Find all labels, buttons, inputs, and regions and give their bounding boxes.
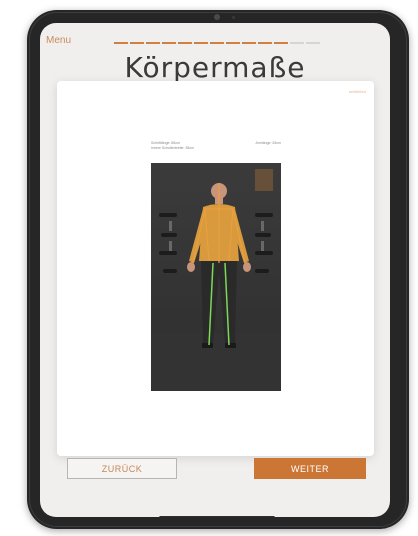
arm-length-value: Armlänge: 63cm: [255, 141, 281, 145]
step-progress-bar: [114, 42, 320, 44]
front-camera: [214, 14, 220, 20]
modal-close-button[interactable]: schließen: [349, 89, 366, 94]
progress-segment: [162, 42, 176, 44]
body-scan-illustration: [151, 163, 281, 391]
next-button[interactable]: WEITER: [254, 458, 366, 479]
progress-segment: [306, 42, 320, 44]
progress-segment: [258, 42, 272, 44]
body-scan-photo: [151, 163, 281, 391]
progress-segment: [178, 42, 192, 44]
progress-segment: [114, 42, 128, 44]
menu-button[interactable]: Menu: [46, 35, 71, 46]
progress-segment: [130, 42, 144, 44]
page-title: Körpermaße: [124, 51, 306, 84]
camera-sensor: [232, 16, 235, 19]
progress-segment: [194, 42, 208, 44]
app-screen: Menu Körpermaße schließen Schrittlänge: …: [40, 23, 390, 517]
progress-segment: [274, 42, 288, 44]
progress-segment: [226, 42, 240, 44]
measurement-values: Schrittlänge: 86cm Armlänge: 63cm Innere…: [151, 141, 281, 151]
shoulder-width-value: Innere Schulterbreite: 38cm: [151, 146, 194, 150]
measurement-modal: schließen Schrittlänge: 86cm Armlänge: 6…: [57, 81, 374, 456]
progress-segment: [146, 42, 160, 44]
home-indicator: [159, 516, 275, 517]
progress-segment: [210, 42, 224, 44]
progress-segment: [290, 42, 304, 44]
back-button[interactable]: ZURÜCK: [67, 458, 177, 479]
progress-segment: [242, 42, 256, 44]
